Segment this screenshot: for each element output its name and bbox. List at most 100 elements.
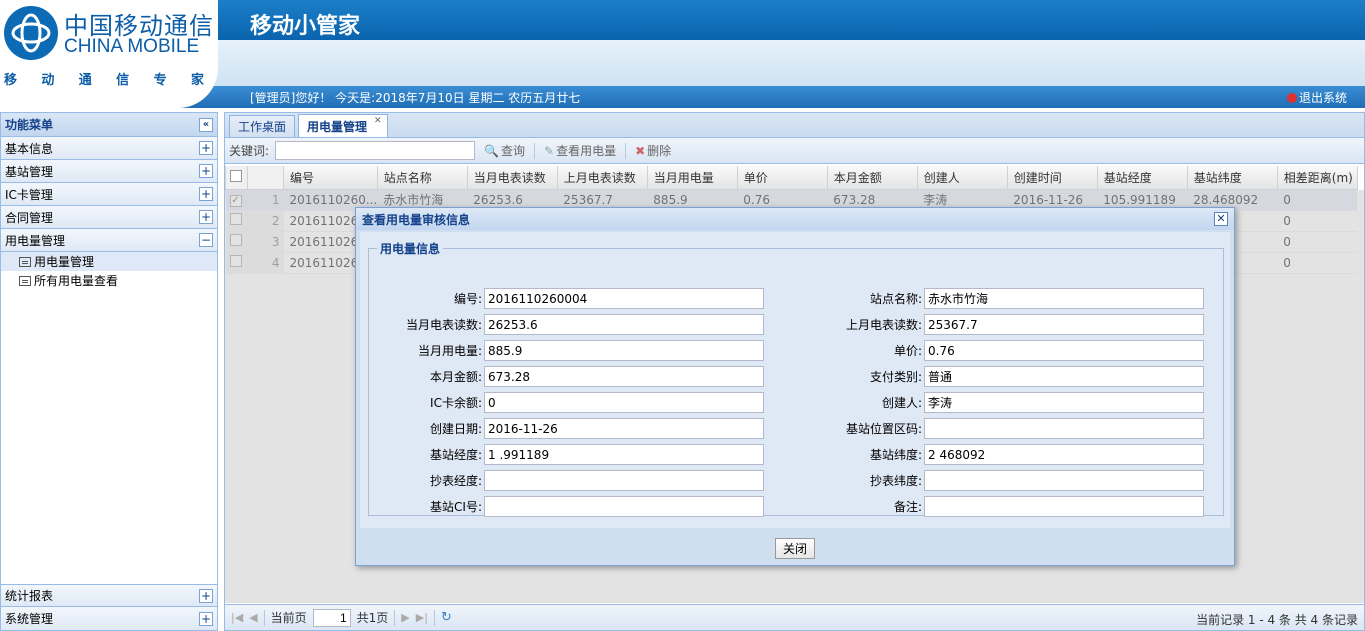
form-row: 支付类别: 普通: [809, 365, 1204, 387]
form-row: 创建日期: 2016-11-26: [369, 417, 764, 439]
welcome-text: [管理员]您好！ 今天是:2018年7月10日 星期二 农历五月廿七: [250, 91, 581, 105]
first-page-icon[interactable]: |◀: [231, 611, 243, 624]
sidebar-item-label: 用电量管理: [5, 233, 66, 248]
column-header[interactable]: 相差距离(m): [1276, 166, 1358, 190]
collapse-sidebar-icon[interactable]: «: [199, 117, 213, 132]
tab-strip: 工作桌面 用电量管理 ✕: [225, 113, 1364, 138]
field-value[interactable]: [484, 495, 764, 517]
close-dialog-icon[interactable]: ✕: [1214, 212, 1228, 226]
delete-button[interactable]: ✖ 删除: [632, 142, 674, 159]
form-row: 站点名称: 赤水市竹海: [809, 287, 1204, 309]
pager-separator: [263, 609, 265, 626]
sidebar-item-ic-card[interactable]: IC卡管理 +: [1, 183, 217, 206]
field-value[interactable]: 1 .991189: [484, 443, 764, 465]
form-row: 单价: 0.76: [809, 339, 1204, 361]
refresh-icon[interactable]: ↻: [441, 610, 452, 625]
list-icon: [19, 256, 31, 267]
tab-power-manage[interactable]: 用电量管理 ✕: [298, 114, 389, 137]
expand-icon[interactable]: +: [199, 611, 213, 626]
fieldset-legend: 用电量信息: [380, 242, 441, 256]
field-value[interactable]: 普通: [924, 365, 1204, 387]
power-info-fieldset: 用电量信息 编号: 2016110260004 站点名称: 赤水市竹海 当月电表读数: 2…: [368, 240, 1224, 517]
form-row: 本月金额: 673.28: [369, 365, 764, 387]
field-label: 基站CI号:: [430, 499, 482, 514]
field-label: 备注:: [893, 499, 922, 514]
sidebar-item-power[interactable]: 用电量管理 −: [1, 229, 217, 252]
form-row: 基站CI号:: [369, 495, 764, 517]
field-value[interactable]: [924, 417, 1204, 439]
china-mobile-logo: 中国移动通信 CHINA MOBILE 移 动 通 信 专 家: [0, 0, 218, 108]
expand-icon[interactable]: +: [199, 588, 213, 603]
form-row: 当月用电量: 885.9: [369, 339, 764, 361]
field-value[interactable]: [484, 469, 764, 491]
keyword-input[interactable]: [275, 141, 476, 160]
field-value[interactable]: [924, 495, 1204, 517]
sidebar-header: 功能菜单 «: [1, 113, 217, 137]
field-value[interactable]: 26253.6: [484, 313, 764, 335]
column-header[interactable]: 当月用电量: [646, 166, 738, 190]
column-header[interactable]: 基站经度: [1096, 166, 1188, 190]
header: 中国移动通信 CHINA MOBILE 移 动 通 信 专 家 移动小管家 [管…: [0, 0, 1365, 108]
toolbar: 关键词: 🔍 查询 ✎ 查看用电量 ✖ 删除: [225, 138, 1364, 164]
last-page-icon[interactable]: ▶|: [416, 611, 428, 624]
form-row: 基站经度: 1 .991189: [369, 443, 764, 465]
expand-icon[interactable]: +: [199, 210, 213, 224]
field-value[interactable]: 673.28: [484, 365, 764, 387]
slogan-char: 动: [41, 72, 55, 88]
pager: |◀ ◀ 当前页 共1页 ▶ ▶| ↻ 当前记录 1 - 4 条 共 4 条记录: [225, 604, 1364, 630]
keyword-label: 关键词:: [229, 144, 270, 158]
sidebar-subitem-power-manage[interactable]: 用电量管理: [1, 252, 217, 271]
query-button[interactable]: 🔍 查询: [481, 142, 528, 159]
page-input[interactable]: [312, 608, 351, 627]
column-header[interactable]: 上月电表读数: [556, 166, 648, 190]
logout-link[interactable]: 退出系统: [1286, 89, 1347, 106]
tab-desktop[interactable]: 工作桌面: [229, 115, 296, 137]
view-power-button[interactable]: ✎ 查看用电量: [541, 142, 619, 159]
field-value[interactable]: 2016-11-26: [484, 417, 764, 439]
sidebar-item-contract[interactable]: 合同管理 +: [1, 206, 217, 229]
sidebar-item-label: 基本信息: [5, 141, 54, 156]
close-button[interactable]: 关闭: [775, 538, 815, 559]
column-header[interactable]: 编号: [283, 166, 378, 190]
column-header[interactable]: 站点名称: [376, 166, 468, 190]
expand-icon[interactable]: +: [199, 164, 213, 178]
form-row: 抄表经度:: [369, 469, 764, 491]
field-value[interactable]: [924, 469, 1204, 491]
collapse-icon[interactable]: −: [199, 233, 213, 247]
sidebar-item-reports[interactable]: 统计报表 +: [1, 584, 217, 607]
sidebar-item-station[interactable]: 基站管理 +: [1, 160, 217, 183]
field-label: 基站位置区码:: [845, 421, 922, 436]
expand-icon[interactable]: +: [199, 187, 213, 201]
next-page-icon[interactable]: ▶: [401, 611, 409, 624]
field-label: 当月用电量:: [417, 343, 482, 358]
slogan-char: 家: [190, 72, 204, 88]
close-tab-icon[interactable]: ✕: [374, 117, 383, 126]
column-header[interactable]: 创建时间: [1006, 166, 1098, 190]
field-label: 上月电表读数:: [845, 317, 922, 332]
total-pages: 共1页: [356, 611, 389, 625]
view-power-label: 查看用电量: [556, 144, 617, 158]
sidebar-item-basic-info[interactable]: 基本信息 +: [1, 137, 217, 160]
column-header[interactable]: 当月电表读数: [466, 166, 558, 190]
sidebar-item-label: 系统管理: [5, 612, 54, 626]
field-value[interactable]: 赤水市竹海: [924, 287, 1204, 309]
field-value[interactable]: 2 468092: [924, 443, 1204, 465]
sidebar-item-system[interactable]: 系统管理 +: [1, 607, 217, 630]
column-header[interactable]: 基站纬度: [1186, 166, 1278, 190]
sidebar-subitem-power-all[interactable]: 所有用电量查看: [1, 271, 217, 290]
form-row: 创建人: 李涛: [809, 391, 1204, 413]
field-value[interactable]: 0.76: [924, 339, 1204, 361]
field-value[interactable]: 0: [484, 391, 764, 413]
brand-en: CHINA MOBILE: [64, 36, 200, 57]
prev-page-icon[interactable]: ◀: [249, 611, 257, 624]
column-header[interactable]: 创建人: [916, 166, 1008, 190]
field-value[interactable]: 25367.7: [924, 313, 1204, 335]
slogan-char: 移: [4, 72, 18, 88]
select-all-checkbox[interactable]: [225, 166, 248, 190]
field-value[interactable]: 李涛: [924, 391, 1204, 413]
field-value[interactable]: 885.9: [484, 339, 764, 361]
column-header[interactable]: 单价: [736, 166, 828, 190]
column-header[interactable]: 本月金额: [826, 166, 918, 190]
field-value[interactable]: 2016110260004: [484, 287, 764, 309]
expand-icon[interactable]: +: [199, 141, 213, 155]
